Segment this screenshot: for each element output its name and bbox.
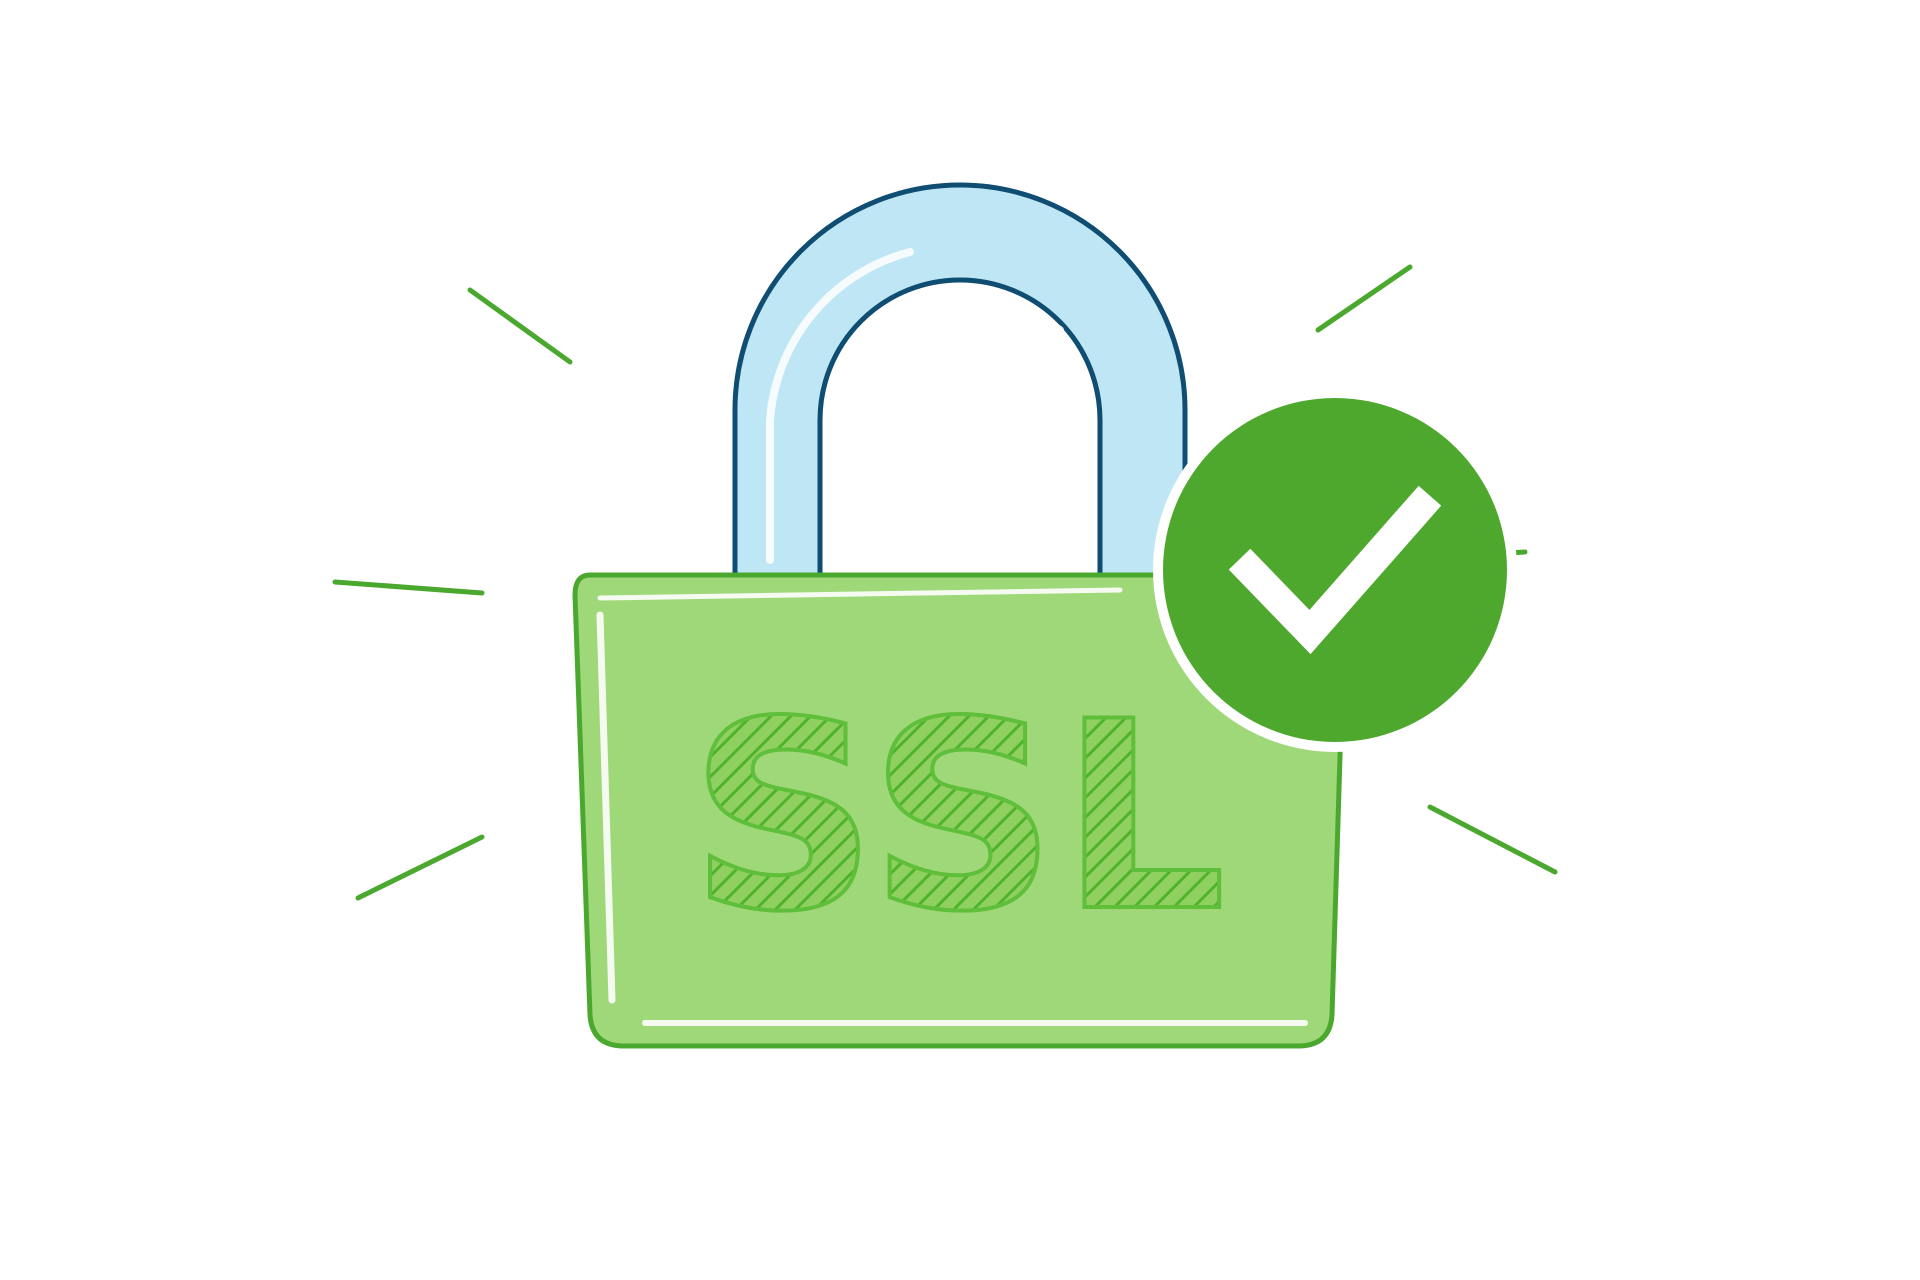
ssl-secure-illustration: SSL bbox=[0, 0, 1920, 1280]
check-badge bbox=[1153, 388, 1517, 752]
ray-mid-left bbox=[332, 579, 485, 596]
padlock-icon: SSL bbox=[332, 182, 1558, 1049]
ray-bottom-left bbox=[355, 834, 485, 901]
lock-shackle bbox=[732, 182, 1188, 583]
lock-label: SSL bbox=[690, 667, 1231, 969]
ray-top-left bbox=[467, 287, 573, 365]
ray-top-right bbox=[1315, 264, 1413, 333]
ray-bottom-right bbox=[1427, 804, 1558, 875]
